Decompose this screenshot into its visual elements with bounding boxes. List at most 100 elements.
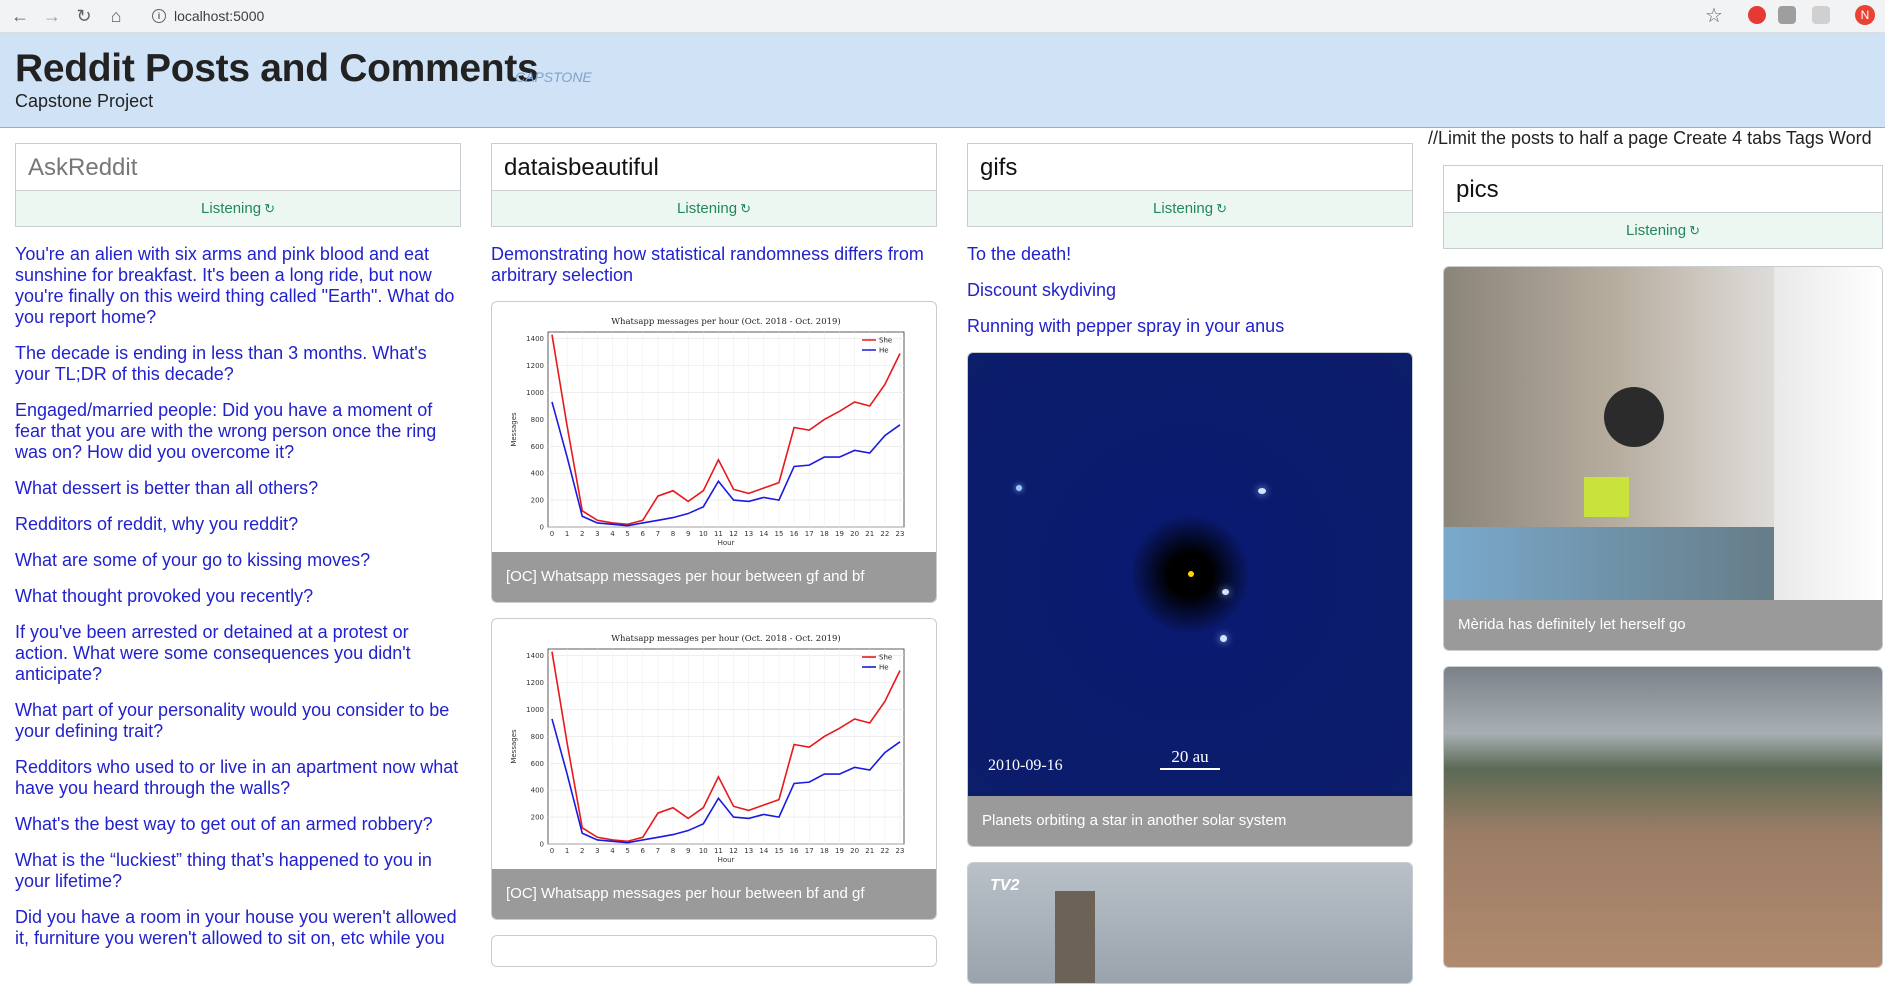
post-card[interactable]: Whatsapp messages per hour (Oct. 2018 - … <box>491 618 937 920</box>
card-caption: [OC] Whatsapp messages per hour between … <box>492 552 936 602</box>
x-tick-label: 22 <box>880 847 889 855</box>
extension-opera-icon[interactable] <box>1748 6 1766 24</box>
post-link[interactable]: What's the best way to get out of an arm… <box>15 814 461 835</box>
card-caption: Planets orbiting a star in another solar… <box>968 796 1412 846</box>
post-card[interactable]: Whatsapp messages per hour (Oct. 2018 - … <box>491 301 937 603</box>
x-tick-label: 9 <box>686 530 690 538</box>
subreddit-input[interactable]: dataisbeautiful <box>491 143 937 191</box>
x-axis-label: Hour <box>718 539 735 547</box>
post-link[interactable]: Redditors of reddit, why you reddit? <box>15 514 461 535</box>
refresh-icon: ↻ <box>1216 201 1227 216</box>
subreddit-input[interactable]: gifs <box>967 143 1413 191</box>
x-tick-label: 21 <box>865 530 874 538</box>
bookmark-star-icon[interactable]: ☆ <box>1705 3 1723 28</box>
address-bar[interactable]: i localhost:5000 <box>138 3 1758 29</box>
chart-image: Whatsapp messages per hour (Oct. 2018 - … <box>492 619 936 869</box>
extension-icon[interactable] <box>1778 6 1796 24</box>
extension-icon-2[interactable] <box>1812 6 1830 24</box>
page-title: Reddit Posts and Comments <box>15 47 539 90</box>
x-tick-label: 20 <box>850 530 859 538</box>
listening-status[interactable]: Listening ↻ <box>491 191 937 227</box>
x-tick-label: 2 <box>580 847 584 855</box>
subreddit-input[interactable]: AskReddit <box>15 143 461 191</box>
x-tick-label: 16 <box>790 847 799 855</box>
post-link[interactable]: You're an alien with six arms and pink b… <box>15 244 461 328</box>
listening-status[interactable]: Listening ↻ <box>1443 213 1883 249</box>
x-tick-label: 16 <box>790 530 799 538</box>
column-gifs: gifs Listening ↻ To the death! Discount s… <box>967 143 1413 999</box>
post-card[interactable]: 2010-09-16 20 au Planets orbiting a star… <box>967 352 1413 847</box>
y-tick-label: 1200 <box>526 679 544 687</box>
line-chart: Whatsapp messages per hour (Oct. 2018 - … <box>510 633 905 864</box>
reload-icon[interactable]: ↻ <box>72 4 96 28</box>
post-card[interactable]: Mèrida has definitely let herself go <box>1443 266 1883 651</box>
x-tick-label: 23 <box>896 847 905 855</box>
legend-label: He <box>879 664 889 672</box>
town-photo <box>1444 667 1882 967</box>
post-list: You're an alien with six arms and pink b… <box>15 244 461 949</box>
post-link[interactable]: To the death! <box>967 244 1413 265</box>
post-link[interactable]: What thought provoked you recently? <box>15 586 461 607</box>
listening-label: Listening <box>1626 222 1687 239</box>
legend-label: She <box>879 654 892 662</box>
post-link[interactable]: Redditors who used to or live in an apar… <box>15 757 461 799</box>
x-tick-label: 13 <box>744 530 753 538</box>
photo-image <box>1444 267 1882 600</box>
plot-area <box>547 331 905 528</box>
post-link[interactable]: Engaged/married people: Did you have a m… <box>15 400 461 463</box>
post-link[interactable]: Running with pepper spray in your anus <box>967 316 1413 337</box>
card-caption: Mèrida has definitely let herself go <box>1444 600 1882 650</box>
post-link[interactable]: Discount skydiving <box>967 280 1413 301</box>
y-tick-label: 400 <box>531 787 544 795</box>
person-figure <box>1604 387 1664 447</box>
x-tick-label: 14 <box>759 847 768 855</box>
y-tick-label: 1000 <box>526 389 544 397</box>
post-link[interactable]: What dessert is better than all others? <box>15 478 461 499</box>
x-tick-label: 11 <box>714 530 723 538</box>
line-chart: Whatsapp messages per hour (Oct. 2018 - … <box>510 316 905 547</box>
x-tick-label: 22 <box>880 530 889 538</box>
chart-title: Whatsapp messages per hour (Oct. 2018 - … <box>611 316 840 327</box>
url-text[interactable]: localhost:5000 <box>174 3 264 29</box>
x-tick-label: 1 <box>565 530 569 538</box>
refresh-icon: ↻ <box>740 201 751 216</box>
post-list: To the death! Discount skydiving Running… <box>967 244 1413 984</box>
y-axis-label: Messages <box>510 729 518 764</box>
x-tick-label: 12 <box>729 847 738 855</box>
x-tick-label: 13 <box>744 847 753 855</box>
y-tick-label: 1400 <box>526 335 544 343</box>
legend-label: She <box>879 337 892 345</box>
back-icon[interactable]: ← <box>8 4 32 28</box>
post-link[interactable]: What are some of your go to kissing move… <box>15 550 461 571</box>
post-card[interactable]: TV2 <box>967 862 1413 984</box>
listening-status[interactable]: Listening ↻ <box>967 191 1413 227</box>
post-card[interactable] <box>491 935 937 967</box>
post-list: Mèrida has definitely let herself go <box>1443 266 1883 968</box>
post-link[interactable]: Demonstrating how statistical randomness… <box>491 244 937 286</box>
card-caption: [OC] Whatsapp messages per hour between … <box>492 869 936 919</box>
forward-icon[interactable]: → <box>40 4 64 28</box>
y-tick-label: 200 <box>531 814 544 822</box>
lighthouse-tower <box>1055 891 1095 983</box>
y-tick-label: 600 <box>531 760 544 768</box>
listening-status[interactable]: Listening ↻ <box>15 191 461 227</box>
x-tick-label: 18 <box>820 847 829 855</box>
post-link[interactable]: Did you have a room in your house you we… <box>15 907 461 949</box>
title-tag: CAPSTONE <box>515 69 592 85</box>
x-tick-label: 15 <box>774 530 783 538</box>
y-tick-label: 0 <box>540 841 544 849</box>
subreddit-input[interactable]: pics <box>1443 165 1883 213</box>
post-card[interactable] <box>1443 666 1883 968</box>
home-icon[interactable]: ⌂ <box>104 4 128 28</box>
y-tick-label: 800 <box>531 416 544 424</box>
post-link[interactable]: What is the “luckiest” thing that’s happ… <box>15 850 461 892</box>
post-link[interactable]: If you've been arrested or detained at a… <box>15 622 461 685</box>
profile-avatar[interactable]: N <box>1855 5 1875 25</box>
x-tick-label: 17 <box>805 530 814 538</box>
x-tick-label: 0 <box>550 847 554 855</box>
post-link[interactable]: The decade is ending in less than 3 mont… <box>15 343 461 385</box>
site-info-icon[interactable]: i <box>152 9 166 23</box>
post-link[interactable]: What part of your personality would you … <box>15 700 461 742</box>
y-tick-label: 600 <box>531 443 544 451</box>
x-tick-label: 0 <box>550 530 554 538</box>
